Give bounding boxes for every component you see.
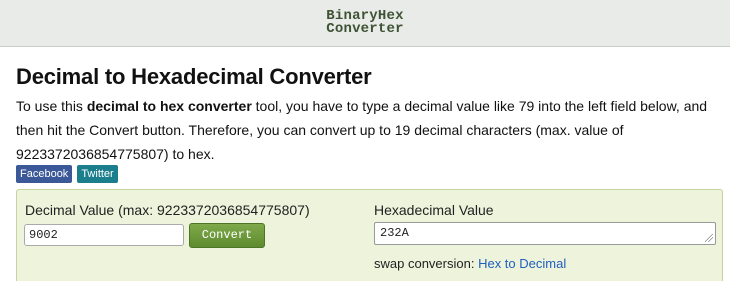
intro-text-start: To use this (16, 98, 87, 114)
site-logo[interactable]: BinaryHex Converter (326, 9, 404, 37)
swap-conversion: swap conversion: Hex to Decimal (374, 256, 566, 271)
converter-panel: Decimal Value (max: 9223372036854775807)… (16, 189, 723, 281)
social-share-bar: Facebook Twitter (16, 165, 118, 183)
intro-paragraph: To use this decimal to hex converter too… (16, 94, 722, 166)
twitter-share-button[interactable]: Twitter (77, 165, 118, 183)
convert-button[interactable]: Convert (189, 223, 265, 248)
decimal-value-label: Decimal Value (max: 9223372036854775807) (25, 202, 310, 218)
resize-handle-icon[interactable] (705, 234, 713, 242)
hex-output-field[interactable]: 232A (374, 222, 716, 245)
hex-to-decimal-link[interactable]: Hex to Decimal (478, 256, 566, 271)
logo-line-2: Converter (326, 21, 404, 37)
intro-text-bold: decimal to hex converter (86, 98, 252, 114)
swap-conversion-label: swap conversion: (374, 256, 475, 271)
hex-output-value: 232A (380, 226, 409, 240)
page-title: Decimal to Hexadecimal Converter (16, 64, 372, 89)
decimal-input[interactable] (24, 224, 184, 246)
site-header: BinaryHex Converter (0, 0, 730, 47)
hex-value-label: Hexadecimal Value (374, 202, 494, 218)
facebook-share-button[interactable]: Facebook (16, 165, 73, 183)
